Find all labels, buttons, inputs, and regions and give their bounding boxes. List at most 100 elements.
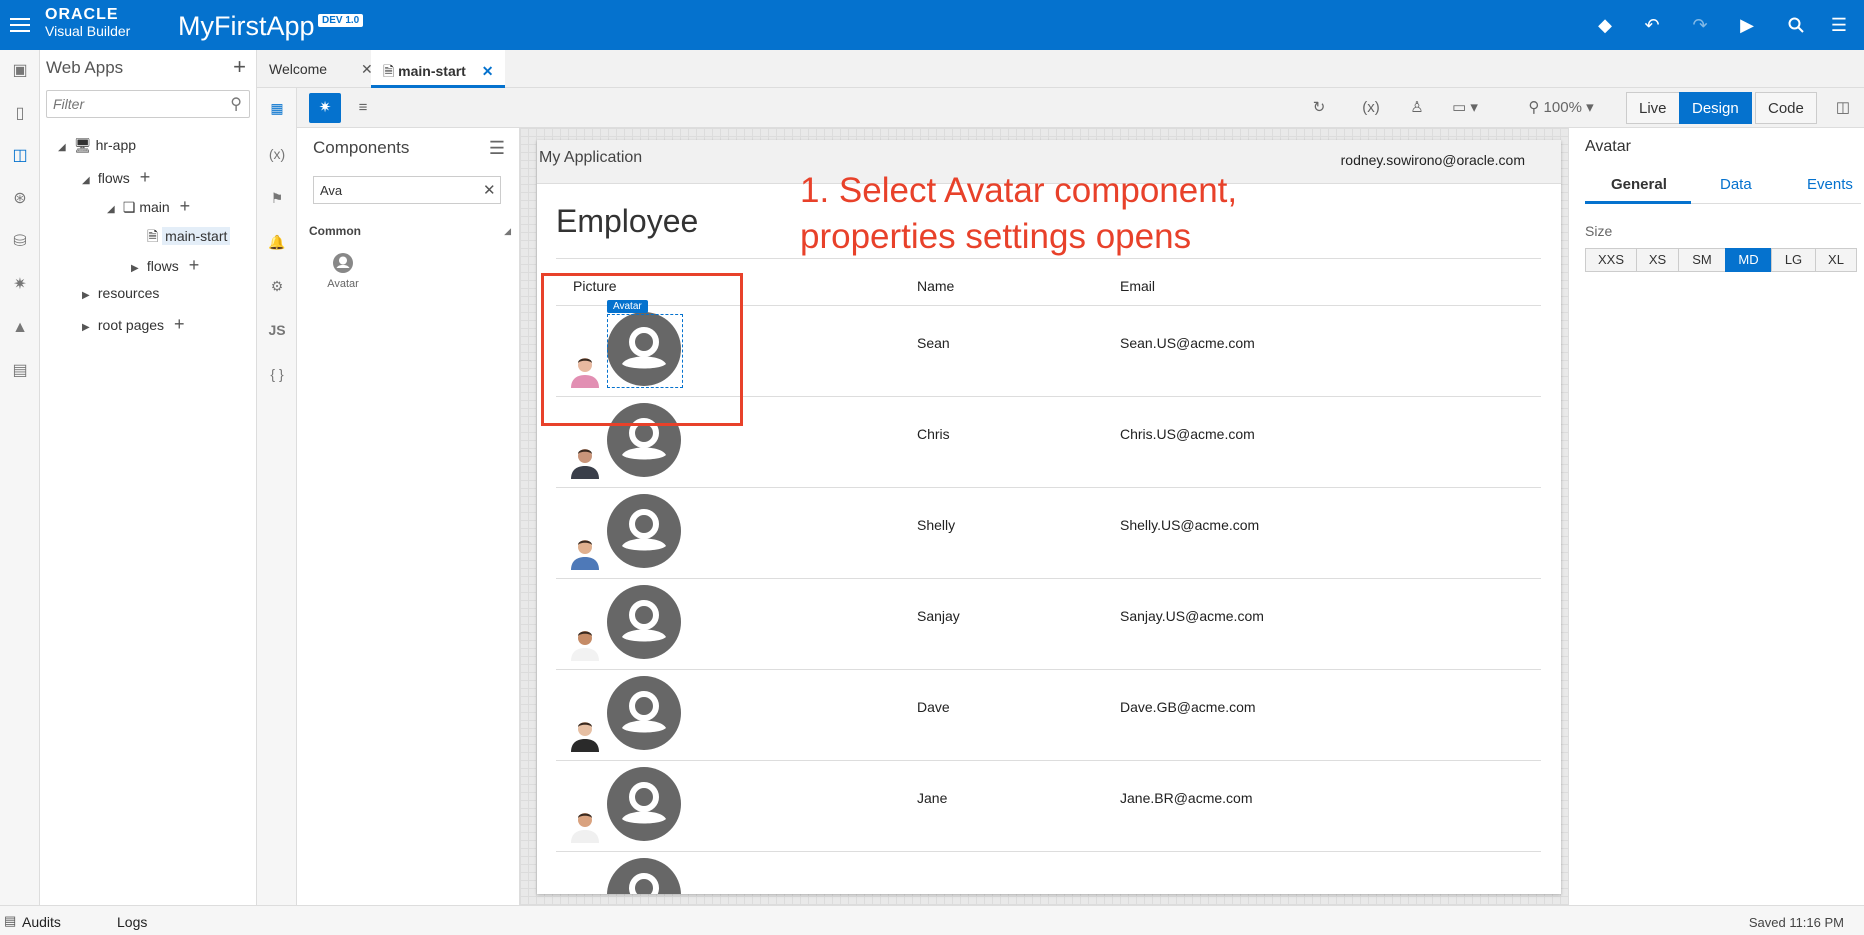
size-xs-button[interactable]: XS [1636,248,1679,272]
add-root-page-icon[interactable]: + [174,314,185,334]
tree-item-resources[interactable]: ▶ resources [82,285,159,301]
tab-welcome[interactable]: Welcome ✕ [257,50,385,88]
tree-item-main[interactable]: ◢ ❏ main + [107,196,190,217]
tab-main-start[interactable]: 🗎 main-start ✕ [371,50,506,88]
zoom-icon: ⚲ [1528,99,1540,116]
avatar-icon[interactable] [607,767,681,841]
add-flow-icon[interactable]: + [140,167,151,187]
business-objects-icon[interactable]: ⛁ [8,230,32,254]
mobile-apps-icon[interactable]: ▯ [8,102,32,126]
avatar-component-item[interactable]: Avatar [323,252,363,290]
size-label: Size [1585,223,1613,239]
annotation-line: 1. Select Avatar component, [800,171,1238,210]
components-search-input[interactable]: Ava [313,176,501,204]
components-icon[interactable]: ✷ [8,273,32,297]
services-icon[interactable]: ⊛ [8,187,32,211]
filter-input[interactable] [46,90,250,118]
page-designer-icon[interactable]: ▦ [265,96,289,120]
js-icon[interactable]: JS [265,318,289,342]
size-xl-button[interactable]: XL [1815,248,1857,272]
json-icon[interactable]: { } [265,362,289,386]
run-icon[interactable]: ▶ [1734,12,1760,38]
variables-icon[interactable]: (x) [1355,93,1387,123]
selected-component-outline[interactable] [607,314,683,388]
expanded-arrow-icon[interactable]: ◢ [107,204,119,215]
processes-icon[interactable]: ▲ [8,316,32,340]
size-md-button[interactable]: MD [1725,248,1772,272]
app-name: MyFirstApp [178,11,315,41]
selected-component-tag: Avatar [607,300,648,313]
avatar-icon[interactable] [607,494,681,568]
zoom-select[interactable]: ⚲ 100% ▾ [1521,93,1601,123]
code-mode-button[interactable]: Code [1755,92,1817,124]
tree-item-sub-flows[interactable]: ▶ flows + [131,255,199,276]
row-divider [556,760,1541,761]
tab-general[interactable]: General [1611,176,1667,201]
search-icon[interactable]: ⚲ [230,94,242,114]
collapsed-arrow-icon[interactable]: ▶ [82,290,94,301]
add-flow-icon[interactable]: + [189,255,200,275]
components-icon[interactable]: ✷ [309,93,341,123]
navigator-icon[interactable]: ▣ [8,59,32,83]
column-header-name[interactable]: Name [917,278,954,294]
avatar-icon[interactable] [607,858,681,894]
employee-email: Jane.BR@acme.com [1120,790,1253,806]
refresh-icon[interactable]: ↻ [1303,93,1335,123]
bell-icon[interactable]: 🔔 [265,230,289,254]
clear-search-icon[interactable]: ✕ [483,181,496,199]
git-icon[interactable]: ◆ [1592,12,1618,38]
undo-icon[interactable]: ↶ [1639,12,1665,38]
logs-button[interactable]: Logs [117,914,147,930]
audits-button[interactable]: Audits [22,914,61,930]
collapsed-arrow-icon[interactable]: ▶ [82,322,94,333]
tab-label: Welcome [269,61,328,77]
employee-name: Dave [917,699,950,715]
row-divider [556,487,1541,488]
tree-item-hr-app[interactable]: ◢ 🖥 hr-app [58,137,136,154]
desktop-icon: 🖥 [73,137,92,153]
panel-menu-icon[interactable]: ☰ [489,138,505,159]
search-icon[interactable] [1783,12,1809,38]
user-email[interactable]: rodney.sowirono@oracle.com [1341,152,1525,168]
size-sm-button[interactable]: SM [1678,248,1726,272]
variables-icon[interactable]: (x) [265,142,289,166]
gear-icon[interactable]: ⚙ [265,274,289,298]
flag-icon[interactable]: ⚑ [265,186,289,210]
tree-item-flows[interactable]: ◢ flows + [82,167,150,188]
web-apps-icon[interactable]: ◫ [8,144,32,168]
editor-tabs: Welcome ✕ 🗎 main-start ✕ [257,50,1864,88]
app-title[interactable]: My Application [539,149,642,167]
brand-bottom: Visual Builder [45,23,131,39]
tab-data[interactable]: Data [1720,176,1752,201]
collapsed-arrow-icon[interactable]: ▶ [131,263,143,274]
avatar-icon[interactable] [607,585,681,659]
add-web-app-icon[interactable]: + [233,54,246,80]
live-mode-button[interactable]: Live [1626,92,1680,124]
size-lg-button[interactable]: LG [1771,248,1816,272]
properties-toggle-icon[interactable]: ◫ [1827,93,1859,123]
expanded-arrow-icon[interactable]: ◢ [82,175,94,186]
close-icon[interactable]: ✕ [482,63,494,79]
tree-label: main-start [162,227,231,245]
menu-icon[interactable] [10,14,30,36]
user-roles-icon[interactable]: ♙ [1401,93,1433,123]
collapse-arrow-icon[interactable]: ◢ [504,226,511,237]
structure-icon[interactable]: ≡ [347,93,379,123]
size-xxs-button[interactable]: XXS [1585,248,1637,272]
source-icon[interactable]: ▤ [8,359,32,383]
column-header-email[interactable]: Email [1120,278,1155,294]
avatar-icon[interactable] [607,676,681,750]
redo-icon[interactable]: ↷ [1687,12,1713,38]
design-mode-button[interactable]: Design [1679,92,1752,124]
screen-size-icon[interactable]: ▭ ▾ [1443,93,1487,123]
oracle-logo: ORACLE Visual Builder [45,7,131,40]
expanded-arrow-icon[interactable]: ◢ [58,142,70,153]
add-page-icon[interactable]: + [180,196,191,216]
employee-photo [568,625,602,661]
tab-events[interactable]: Events [1807,176,1853,201]
menu-list-icon[interactable]: ☰ [1826,12,1852,38]
page-heading[interactable]: Employee [556,203,698,240]
web-apps-title: Web Apps [46,58,124,77]
tree-item-root-pages[interactable]: ▶ root pages + [82,314,184,335]
tree-item-main-start[interactable]: 🗎 main-start [147,226,231,250]
